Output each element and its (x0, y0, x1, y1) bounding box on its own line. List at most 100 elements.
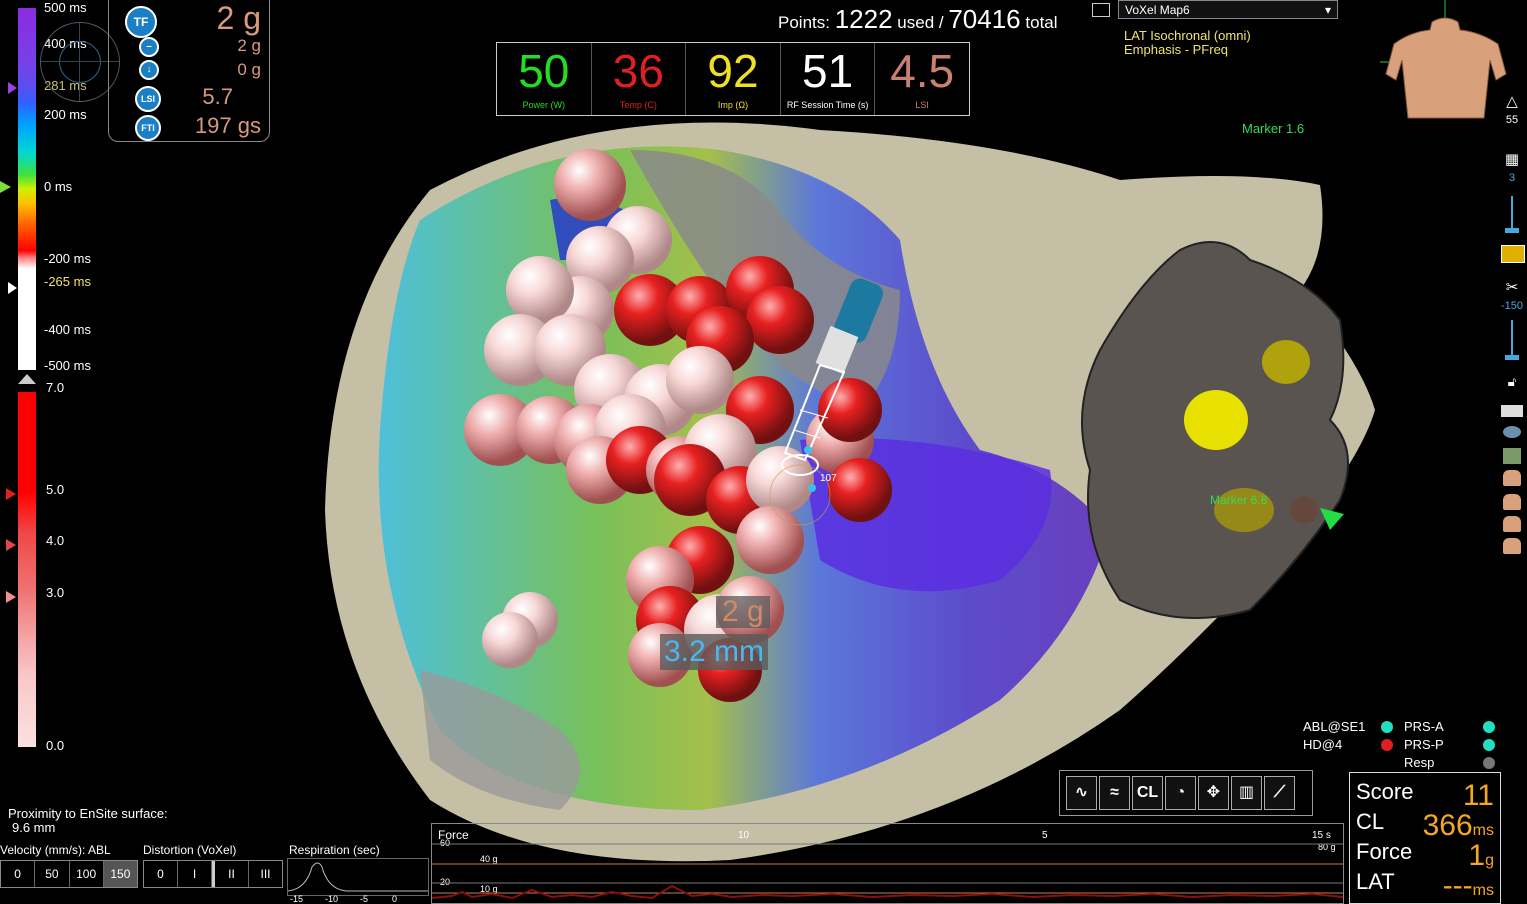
cl-button[interactable]: CL (1132, 776, 1163, 810)
force-overlay: 2 g (716, 596, 770, 628)
layers-icon[interactable]: ▦ (1500, 150, 1524, 168)
rf-session-label: RF Session Time (s) (786, 100, 869, 110)
lat-unit: ms (1472, 882, 1494, 899)
fti-value: 197 gs (194, 113, 261, 138)
points-used-label: used / (897, 13, 944, 32)
map-window-icon[interactable] (1092, 3, 1110, 17)
lat-tick: 200 ms (44, 107, 87, 122)
lat-value: --- (1442, 869, 1473, 902)
rf-temp-cell: 36 Temp (C) (592, 43, 687, 115)
lat-tick: -200 ms (44, 251, 91, 266)
toolbar-value: -150 (1500, 300, 1524, 312)
eye-icon[interactable] (1503, 426, 1521, 438)
axial-force-icon: ↓ (139, 60, 159, 80)
score-panel: Score 11 CL 366ms Force 1g LAT ---ms (1349, 772, 1501, 904)
catheter-icon[interactable]: ⟋ (1264, 776, 1295, 810)
rf-lsi-label: LSI (915, 100, 929, 110)
status-dot (1483, 739, 1495, 751)
lat-tick: 500 ms (44, 0, 87, 15)
marker-label: Marker 1.6 (1242, 121, 1305, 136)
lat-zero-marker[interactable] (0, 181, 11, 193)
lat-lower-slider[interactable] (8, 282, 17, 294)
cl-value: 366 (1422, 809, 1473, 842)
force-label: Force (1356, 839, 1413, 864)
tag-threshold-5[interactable] (6, 488, 16, 500)
tag-threshold-4[interactable] (6, 539, 16, 551)
score-value: 11 (1462, 779, 1494, 812)
distortion-option[interactable]: II (212, 861, 249, 887)
lat-tick: -400 ms (44, 322, 91, 337)
marker-label: Marker 6.8 (1210, 493, 1268, 507)
resp-tick: -10 (325, 894, 339, 904)
rf-temp-label: Temp (C) (619, 100, 657, 110)
legend-hd: HD@4 (1303, 737, 1343, 752)
opacity-slider[interactable] (1511, 196, 1513, 232)
clip-slider[interactable] (1511, 320, 1513, 358)
rf-temp-value: 36 (612, 45, 664, 97)
map-select-value: VoXel Map6 (1125, 3, 1190, 17)
proximity-value: 9.6 mm (12, 820, 56, 835)
distortion-option[interactable]: III (249, 861, 282, 887)
scale-collapse-arrow[interactable] (18, 374, 36, 384)
lsi-value: 5.7 (202, 84, 233, 109)
respiration-label: Respiration (sec) (289, 843, 380, 857)
axial-force-value: 0 g (237, 60, 261, 79)
tag-color-scale[interactable] (18, 392, 36, 747)
velocity-option[interactable]: 0 (1, 861, 36, 887)
fti-icon: FTI (135, 115, 161, 141)
gauge-icon[interactable]: ◔ (1165, 776, 1196, 810)
resp-tick: 0 (392, 894, 398, 904)
force-strip-chart[interactable]: Force 10 5 15 s 60 20 40 g 10 g 80 g (431, 823, 1344, 904)
torso-orientation-icon[interactable] (1380, 0, 1510, 120)
velocity-option[interactable]: 100 (70, 861, 104, 887)
lateral-force-icon: – (139, 37, 159, 57)
folder-icon[interactable] (1501, 245, 1525, 263)
rf-generator-panel: 50 Power (W) 36 Temp (C) 92 Imp (Ω) 51 R… (496, 42, 970, 116)
move-icon[interactable]: ✥ (1198, 776, 1229, 810)
mountain-icon[interactable]: △ (1500, 92, 1524, 110)
velocity-selector[interactable]: 0 50 100 150 (0, 860, 138, 888)
lat-tick: -265 ms (44, 274, 91, 289)
display-icon[interactable] (1501, 405, 1523, 417)
rf-impedance-value: 92 (707, 45, 759, 97)
clip-slider-handle[interactable] (1505, 355, 1519, 360)
toolbar-value: 3 (1508, 172, 1516, 184)
ecg-compare-icon[interactable]: ≈ (1099, 776, 1130, 810)
distortion-selector[interactable]: 0 I II III (143, 860, 283, 888)
cl-label: CL (1356, 809, 1385, 834)
lat-upper-slider[interactable] (8, 82, 17, 94)
distortion-option[interactable]: I (178, 861, 212, 887)
distance-overlay: 3.2 mm (660, 634, 769, 670)
anatomy-3d-view[interactable] (300, 110, 1400, 870)
ecg-icon[interactable]: ∿ (1066, 776, 1097, 810)
distortion-label: Distortion (VoXel) (143, 843, 237, 857)
velocity-option[interactable]: 150 (103, 861, 137, 887)
torso-view-rao-icon[interactable] (1503, 538, 1521, 554)
lock-icon[interactable]: 🔓︎ (1500, 374, 1524, 390)
torso-view-lao-icon[interactable] (1503, 516, 1521, 532)
legend-prs-p: PRS-P (1404, 737, 1444, 752)
lsi-icon: LSI (135, 86, 161, 112)
map-select[interactable]: VoXel Map6 ▾ (1118, 0, 1338, 19)
points-counter: Points: 1222 used / 70416 total (778, 4, 1058, 35)
signal-toolbar: ∿ ≈ CL ◔ ✥ ▥ ⟋ (1059, 770, 1313, 816)
scissors-icon[interactable]: ✂ (1500, 278, 1524, 296)
status-dot (1381, 721, 1393, 733)
tag-tick: 4.0 (46, 533, 65, 548)
waveform-icon[interactable]: ▥ (1231, 776, 1262, 810)
tf-icon: TF (125, 6, 157, 38)
velocity-option[interactable]: 50 (35, 861, 70, 887)
legend-prs-a: PRS-A (1404, 719, 1444, 734)
lat-color-scale[interactable] (18, 8, 36, 370)
torso-view-ap-icon[interactable] (1503, 470, 1521, 486)
tag-tick: 0.0 (46, 738, 65, 753)
opacity-slider-handle[interactable] (1505, 228, 1519, 233)
distortion-option[interactable]: 0 (144, 861, 178, 887)
cl-unit: ms (1472, 822, 1494, 839)
torso-view-pa-icon[interactable] (1503, 494, 1521, 510)
tag-threshold-3[interactable] (6, 591, 16, 603)
points-used: 1222 (834, 4, 893, 34)
view-icon[interactable] (1503, 448, 1521, 464)
tag-tick: 5.0 (46, 482, 65, 497)
rf-session-value: 51 (801, 45, 854, 97)
